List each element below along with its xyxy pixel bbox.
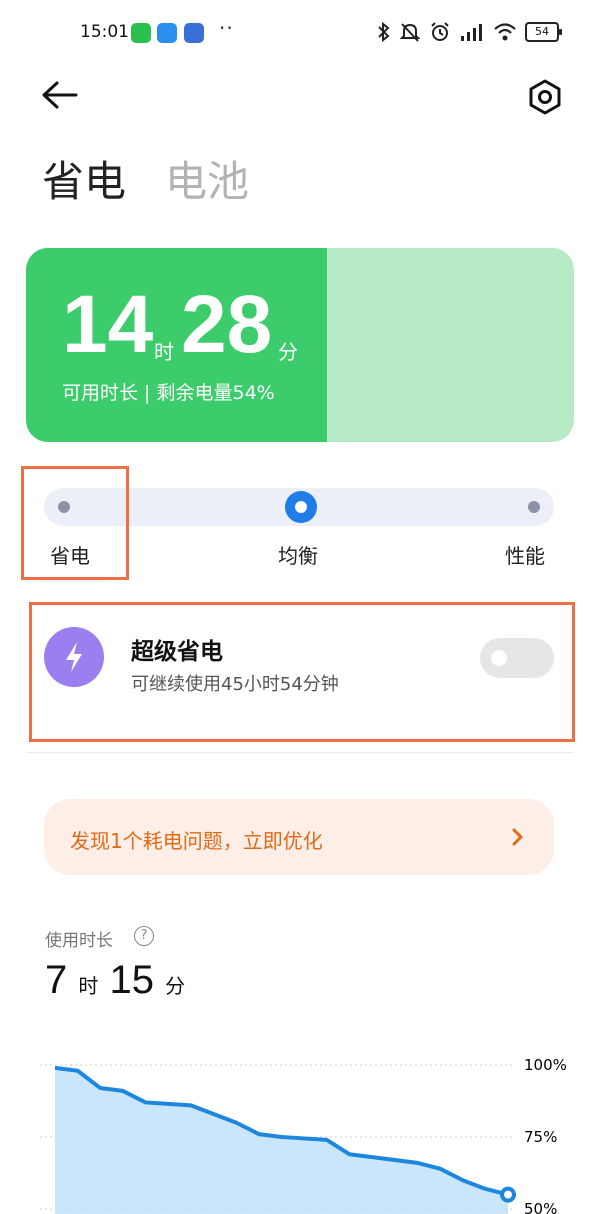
wechat-icon bbox=[131, 23, 151, 43]
signal-icon bbox=[461, 24, 482, 41]
chart-ytick-label: 100% bbox=[524, 1056, 567, 1074]
back-arrow-icon[interactable] bbox=[40, 78, 80, 112]
settings-hex-icon[interactable] bbox=[526, 78, 564, 116]
usage-label: 使用时长 bbox=[45, 931, 113, 951]
usage-value: 7 时 15 分 bbox=[45, 958, 185, 1003]
bluetooth-icon bbox=[378, 21, 390, 43]
alarm-icon bbox=[431, 22, 449, 41]
telegram-icon bbox=[157, 23, 177, 43]
usage-hours-unit: 时 bbox=[78, 976, 99, 998]
minutes-unit: 分 bbox=[278, 340, 298, 364]
remaining-minutes: 28 bbox=[181, 279, 273, 370]
status-bar: 15:01 ·· 54 bbox=[0, 0, 599, 66]
usage-hours: 7 bbox=[45, 958, 68, 1002]
highlight-box-saving bbox=[21, 466, 129, 580]
mode-label-balanced[interactable]: 均衡 bbox=[278, 540, 318, 569]
help-icon[interactable]: ? bbox=[134, 926, 154, 946]
optimize-alert-text[interactable]: 发现1个耗电问题，立即优化 bbox=[70, 825, 323, 854]
tab-battery[interactable]: 电池 bbox=[165, 148, 249, 209]
hours-unit: 时 bbox=[154, 340, 174, 364]
slider-stop-performance[interactable] bbox=[528, 501, 540, 513]
usage-minutes-unit: 分 bbox=[165, 976, 186, 998]
status-time: 15:01 bbox=[80, 22, 129, 42]
tab-power-saving[interactable]: 省电 bbox=[42, 148, 126, 209]
divider bbox=[26, 752, 574, 753]
status-icons: 54 bbox=[377, 20, 562, 44]
battery-card: 14 时 28 分 可用时长 | 剩余电量54% bbox=[26, 248, 574, 442]
chart-ytick-label: 75% bbox=[524, 1128, 557, 1146]
robot-app-icon bbox=[184, 23, 204, 43]
battery-level-chart: 100% 75% 50% bbox=[40, 1056, 567, 1214]
mute-icon bbox=[399, 23, 421, 42]
slider-knob-center bbox=[295, 501, 307, 513]
usage-minutes: 15 bbox=[109, 958, 155, 1002]
wifi-icon bbox=[494, 23, 516, 41]
remaining-hours: 14 bbox=[62, 279, 154, 370]
chart-ytick-label: 50% bbox=[524, 1200, 557, 1214]
chart-current-point bbox=[500, 1186, 516, 1203]
chevron-right-icon[interactable] bbox=[508, 825, 528, 849]
highlight-box-super-save bbox=[29, 602, 575, 742]
more-notifications: ·· bbox=[219, 16, 234, 40]
mode-label-performance[interactable]: 性能 bbox=[505, 540, 545, 569]
battery-icon: 54 bbox=[525, 22, 562, 42]
battery-caption: 可用时长 | 剩余电量54% bbox=[62, 382, 275, 404]
